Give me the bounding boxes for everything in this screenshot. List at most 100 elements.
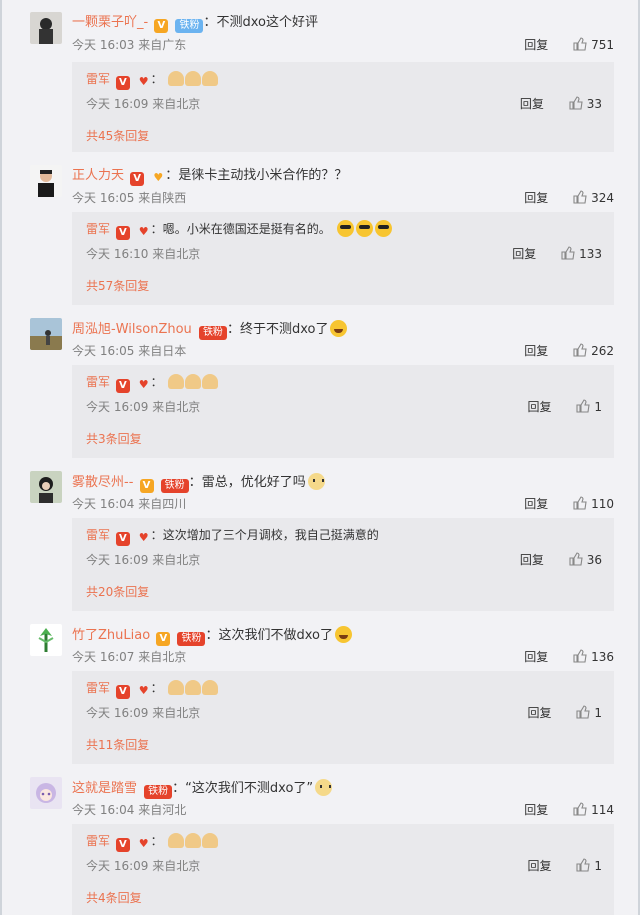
avatar[interactable]	[30, 318, 62, 350]
pray-emoji-icon	[167, 680, 184, 695]
verified-icon: V	[139, 479, 154, 493]
comment-item: 正人力天 V ♥ ：是徕卡主动找小米合作的？？ 今天 16:05 来自陕西 回复 …	[2, 165, 640, 305]
heart-icon: ♥	[138, 378, 149, 391]
username-link[interactable]: 正人力天	[72, 168, 124, 183]
username-link[interactable]: 这就是踏雪	[72, 781, 137, 796]
reply-text: 这次增加了三个月调校，我自己挺满意的	[162, 528, 379, 542]
like-count: 751	[591, 38, 614, 52]
comment-header: 这就是踏雪 铁粉 ：“这次我们不测dxo了”	[72, 779, 333, 799]
thumbs-up-icon[interactable]	[576, 858, 590, 872]
reply-location: 来自北京	[152, 97, 201, 111]
reply-header: 雷军 V ♥：	[86, 679, 218, 699]
comment-time: 今天 16:07	[72, 650, 135, 664]
comment-meta: 今天 16:03 来自广东	[72, 37, 186, 53]
pray-emoji-icon	[201, 71, 218, 86]
reply-actions: 回复 1	[528, 705, 602, 721]
username-link[interactable]: 雾散尽州--	[72, 475, 133, 490]
username-link[interactable]: 竹了ZhuLiao	[72, 628, 150, 643]
reply-location: 来自北京	[152, 400, 201, 414]
comment-actions: 回复 136	[524, 649, 614, 665]
more-replies-link[interactable]: 共45条回复	[86, 128, 149, 144]
fan-badge: 铁粉	[177, 632, 206, 646]
thumbs-up-icon[interactable]	[573, 649, 587, 663]
sunglasses-emoji-icon	[336, 220, 354, 237]
reply-meta: 今天 16:09 来自北京	[86, 705, 200, 721]
reply-button[interactable]: 回复	[528, 859, 552, 873]
fan-badge: 铁粉	[144, 785, 173, 799]
reply-actions: 回复 133	[512, 246, 602, 262]
pray-emoji-icon	[184, 374, 201, 389]
verified-icon: V	[130, 172, 145, 186]
thumbs-up-icon[interactable]	[573, 343, 587, 357]
like-count: 110	[591, 497, 614, 511]
reply-location: 来自北京	[152, 247, 201, 261]
reply-button[interactable]: 回复	[512, 247, 536, 261]
thumbs-up-icon[interactable]	[576, 705, 590, 719]
reply-username-link[interactable]: 雷军	[86, 681, 110, 695]
reply-button[interactable]: 回复	[520, 553, 544, 567]
reply-username-link[interactable]: 雷军	[86, 834, 110, 848]
comment-header: 周泓旭-WilsonZhou 铁粉 ：终于不测dxo了	[72, 320, 348, 340]
avatar[interactable]	[30, 471, 62, 503]
reply-username-link[interactable]: 雷军	[86, 222, 110, 236]
thumbs-up-icon[interactable]	[569, 552, 583, 566]
reply-button[interactable]: 回复	[520, 97, 544, 111]
reply-username-link[interactable]: 雷军	[86, 375, 110, 389]
reply-button[interactable]: 回复	[524, 38, 548, 52]
reply-header: 雷军 V ♥：	[86, 70, 218, 90]
comment-meta: 今天 16:04 来自河北	[72, 802, 186, 818]
comment-actions: 回复 110	[524, 496, 614, 512]
reply-button[interactable]: 回复	[528, 706, 552, 720]
more-replies-link[interactable]: 共11条回复	[86, 737, 149, 753]
thumbs-up-icon[interactable]	[573, 37, 587, 51]
reply-time: 今天 16:09	[86, 97, 149, 111]
crown-icon: ♥	[153, 171, 164, 184]
reply-username-link[interactable]: 雷军	[86, 72, 110, 86]
comment-meta: 今天 16:04 来自四川	[72, 496, 186, 512]
reply-text: 嗯。小米在德国还是挺有名的。	[162, 222, 331, 236]
avatar[interactable]	[30, 12, 62, 44]
reply-button[interactable]: 回复	[524, 497, 548, 511]
verified-icon: V	[115, 76, 130, 90]
more-replies-link[interactable]: 共4条回复	[86, 890, 142, 906]
reply-time: 今天 16:10	[86, 247, 149, 261]
thumbs-up-icon[interactable]	[561, 246, 575, 260]
verified-icon: V	[115, 838, 130, 852]
reply-button[interactable]: 回复	[528, 400, 552, 414]
reply-header: 雷军 V ♥：	[86, 832, 218, 852]
more-replies-link[interactable]: 共3条回复	[86, 431, 142, 447]
reply-meta: 今天 16:10 来自北京	[86, 246, 200, 262]
reply-time: 今天 16:09	[86, 706, 149, 720]
avatar[interactable]	[30, 165, 62, 197]
comment-item: 一颗栗子吖_- V 铁粉 ：不测dxo这个好评 今天 16:03 来自广东 回复 …	[2, 12, 640, 152]
pray-emoji-icon	[167, 833, 184, 848]
more-replies-link[interactable]: 共20条回复	[86, 584, 149, 600]
verified-icon: V	[115, 226, 130, 240]
avatar[interactable]	[30, 777, 62, 809]
reply-username-link[interactable]: 雷军	[86, 528, 110, 542]
thumbs-up-icon[interactable]	[573, 190, 587, 204]
reply-button[interactable]: 回复	[524, 344, 548, 358]
reply-box: 雷军 V ♥： 今天 16:09 来自北京 回复 1 共4条回复	[72, 824, 614, 915]
like-count: 324	[591, 191, 614, 205]
reply-meta: 今天 16:09 来自北京	[86, 399, 200, 415]
reply-box: 雷军 V ♥ ：这次增加了三个月调校，我自己挺满意的 今天 16:09 来自北京 …	[72, 518, 614, 611]
heart-icon: ♥	[138, 531, 149, 544]
comment-header: 竹了ZhuLiao V 铁粉 ：这次我们不做dxo了	[72, 626, 352, 646]
comment-time: 今天 16:05	[72, 191, 135, 205]
more-replies-link[interactable]: 共57条回复	[86, 278, 149, 294]
username-link[interactable]: 一颗栗子吖_-	[72, 15, 148, 30]
reply-meta: 今天 16:09 来自北京	[86, 858, 200, 874]
thumbs-up-icon[interactable]	[573, 496, 587, 510]
reply-button[interactable]: 回复	[524, 191, 548, 205]
avatar[interactable]	[30, 624, 62, 656]
comment-actions: 回复 751	[524, 37, 614, 53]
thumbs-up-icon[interactable]	[576, 399, 590, 413]
username-link[interactable]: 周泓旭-WilsonZhou	[72, 322, 192, 337]
reply-button[interactable]: 回复	[524, 803, 548, 817]
thumbs-up-icon[interactable]	[569, 96, 583, 110]
reply-button[interactable]: 回复	[524, 650, 548, 664]
like-count: 133	[579, 247, 602, 261]
reply-box: 雷军 V ♥ ：嗯。小米在德国还是挺有名的。 今天 16:10 来自北京 回复 1…	[72, 212, 614, 305]
thumbs-up-icon[interactable]	[573, 802, 587, 816]
